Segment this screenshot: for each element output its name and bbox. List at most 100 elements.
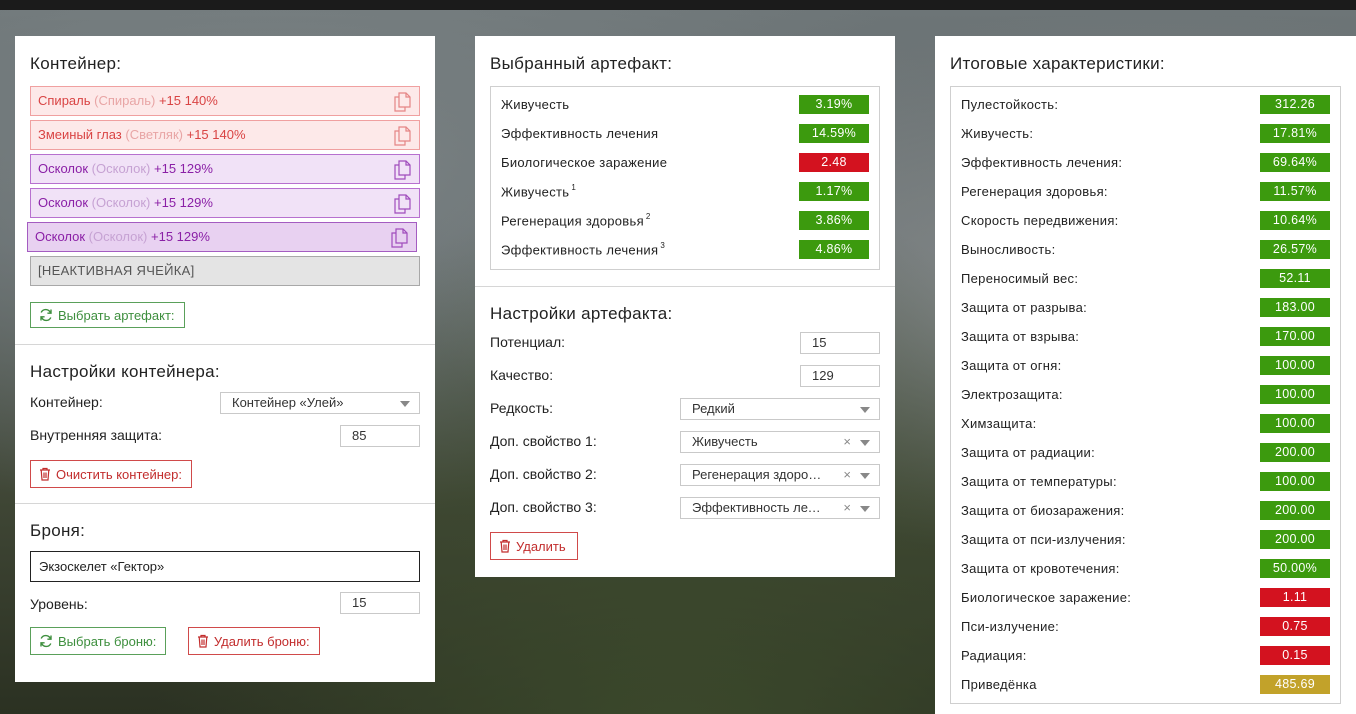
prop3-value: Эффективность лечения	[692, 500, 827, 515]
stat-name: Защита от огня:	[961, 358, 1062, 373]
prop2-label: Доп. свойство 2:	[490, 466, 597, 482]
quality-input[interactable]: 129	[800, 365, 880, 387]
rarity-value: Редкий	[692, 401, 735, 416]
stat-value-badge: 100.00	[1260, 472, 1330, 491]
delete-artifact-button[interactable]: Удалить	[490, 532, 578, 560]
stat-name-text: Химзащита:	[961, 416, 1037, 431]
artifact-slot[interactable]: Осколок (Осколок) +15 129%	[30, 188, 420, 218]
select-artifact-button[interactable]: Выбрать артефакт:	[30, 302, 185, 328]
stat-name-text: Электрозащита:	[961, 387, 1063, 402]
copy-icon[interactable]	[393, 194, 411, 214]
stat-name: Биологическое заражение:	[961, 590, 1131, 605]
stat-name-text: Пси-излучение:	[961, 619, 1060, 634]
select-artifact-label: Выбрать артефакт:	[58, 307, 175, 323]
rarity-select[interactable]: Редкий	[680, 398, 880, 420]
slot-artifact-name: Осколок	[38, 161, 89, 176]
stat-name-text: Живучесть	[501, 97, 570, 112]
potential-label: Потенциал:	[490, 334, 565, 350]
slot-artifact-original: (Осколок)	[91, 161, 151, 176]
slot-artifact-name: Спираль	[38, 93, 91, 108]
armor-level-row: Уровень: 15	[30, 592, 420, 625]
stat-name: Пулестойкость:	[961, 97, 1058, 112]
clear-icon[interactable]: ×	[843, 498, 851, 518]
slot-artifact-original: (Спираль)	[94, 93, 156, 108]
stat-value-badge: 200.00	[1260, 443, 1330, 462]
selected-artifact-stats: Живучесть 3.19% Эффективность лечения 14.59…	[490, 86, 880, 270]
stat-name: Защита от радиации:	[961, 445, 1095, 460]
slot-artifact-name: Осколок	[35, 229, 86, 244]
stat-row: Радиация: 0.15	[961, 643, 1330, 672]
slot-artifact-bonus: +15 129%	[151, 229, 210, 244]
copy-icon[interactable]	[393, 160, 411, 180]
slot-artifact-original: (Осколок)	[88, 229, 148, 244]
delete-armor-button[interactable]: Удалить броню:	[187, 627, 320, 655]
clear-icon[interactable]: ×	[843, 432, 851, 452]
stat-name: Защита от температуры:	[961, 474, 1117, 489]
stat-name-text: Выносливость:	[961, 242, 1056, 257]
chevron-down-icon	[860, 440, 870, 446]
stat-name: Переносимый вес:	[961, 271, 1078, 286]
copy-icon[interactable]	[390, 228, 408, 248]
prop1-select[interactable]: Живучесть ×	[680, 431, 880, 453]
container-panel: Контейнер: Спираль (Спираль) +15 140% Зме…	[15, 36, 435, 682]
top-bar	[0, 0, 1356, 10]
artifact-slot[interactable]: Спираль (Спираль) +15 140%	[30, 86, 420, 116]
stat-value-badge: 52.11	[1260, 269, 1330, 288]
stat-name-text: Биологическое заражение:	[961, 590, 1132, 605]
chevron-down-icon	[860, 407, 870, 413]
stat-name: Биологическое заражение	[501, 155, 667, 170]
refresh-icon	[40, 308, 52, 322]
stat-value-badge: 0.15	[1260, 646, 1330, 665]
artifact-slot[interactable]: Змеиный глаз (Светляк) +15 140%	[30, 120, 420, 150]
totals-stats: Пулестойкость: 312.26 Живучесть: 17.81% Эффе…	[950, 86, 1341, 704]
prop2-select[interactable]: Регенерация здоровья ×	[680, 464, 880, 486]
stat-value-badge: 50.00%	[1260, 559, 1330, 578]
prop3-select[interactable]: Эффективность лечения ×	[680, 497, 880, 519]
copy-icon[interactable]	[393, 92, 411, 112]
quality-label: Качество:	[490, 367, 554, 383]
potential-row: Потенциал: 15	[490, 330, 880, 363]
stat-name-text: Эффективность лечения	[501, 242, 659, 258]
stat-name-text: Регенерация здоровья	[501, 213, 644, 229]
container-slots: Спираль (Спираль) +15 140% Змеиный глаз (…	[27, 86, 420, 252]
prop2-value: Регенерация здоровья	[692, 467, 827, 482]
stat-row: Эффективность лечения 14.59%	[501, 121, 869, 150]
clear-container-button[interactable]: Очистить контейнер:	[30, 460, 192, 488]
artifact-slot[interactable]: Осколок (Осколок) +15 129%	[27, 222, 417, 252]
artifact-slot[interactable]: Осколок (Осколок) +15 129%	[30, 154, 420, 184]
container-type-row: Контейнер: Контейнер «Улей»	[30, 390, 420, 423]
slot-artifact-original: (Светляк)	[125, 127, 183, 142]
select-armor-button[interactable]: Выбрать броню:	[30, 627, 167, 655]
stat-row: Защита от биозаражения: 200.00	[961, 498, 1330, 527]
stat-row: Электрозащита: 100.00	[961, 382, 1330, 411]
totals-panel: Итоговые характеристики: Пулестойкость: 3…	[935, 36, 1356, 714]
quality-row: Качество: 129	[490, 363, 880, 396]
stat-value-badge: 100.00	[1260, 414, 1330, 433]
inner-protection-input[interactable]: 85	[340, 425, 420, 447]
prop1-row: Доп. свойство 1: Живучесть ×	[490, 429, 880, 462]
slot-artifact-name: Осколок	[38, 195, 89, 210]
stat-value-badge: 0.75	[1260, 617, 1330, 636]
armor-input[interactable]: Экзоскелет «Гектор»	[30, 551, 420, 582]
stat-name: Эффективность лечения:	[961, 155, 1122, 170]
stat-name: Электрозащита:	[961, 387, 1063, 402]
armor-level-input[interactable]: 15	[340, 592, 420, 614]
prop3-label: Доп. свойство 3:	[490, 499, 597, 515]
stat-row: Биологическое заражение 2.48	[501, 150, 869, 179]
stat-name-text: Защита от огня:	[961, 358, 1062, 373]
chevron-down-icon	[400, 401, 410, 407]
potential-input[interactable]: 15	[800, 332, 880, 354]
prop3-row: Доп. свойство 3: Эффективность лечения ×	[490, 495, 880, 528]
copy-icon[interactable]	[393, 126, 411, 146]
armor-level-label: Уровень:	[30, 596, 88, 612]
stat-value-badge: 11.57%	[1260, 182, 1330, 201]
container-type-select[interactable]: Контейнер «Улей»	[220, 392, 420, 414]
stat-value-badge: 170.00	[1260, 327, 1330, 346]
artifact-settings-title: Настройки артефакта:	[490, 304, 673, 323]
prop1-value: Живучесть	[692, 434, 758, 449]
clear-icon[interactable]: ×	[843, 465, 851, 485]
delete-armor-label: Удалить броню:	[213, 633, 310, 649]
stat-name-text: Защита от биозаражения:	[961, 503, 1125, 518]
stat-value-badge: 14.59%	[799, 124, 869, 143]
stat-name: Скорость передвижения:	[961, 213, 1119, 228]
